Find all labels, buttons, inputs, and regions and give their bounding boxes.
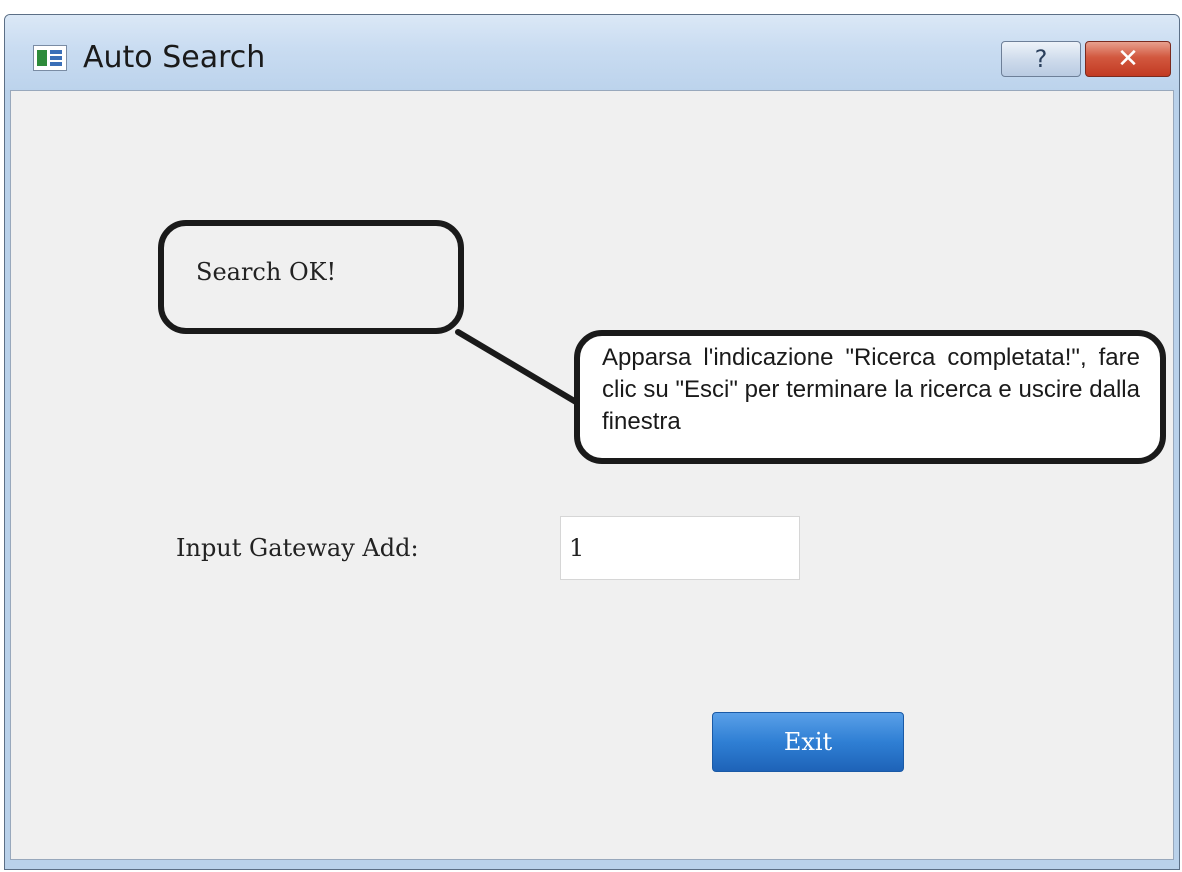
exit-button-label: Exit xyxy=(783,728,833,756)
gateway-address-label: Input Gateway Add: xyxy=(176,534,419,562)
window-title: Auto Search xyxy=(83,40,266,75)
instruction-callout: Apparsa l'indicazione "Ricerca completat… xyxy=(574,330,1166,464)
page: Auto Search ? ✕ Search OK! Input Gateway… xyxy=(0,0,1182,872)
exit-button[interactable]: Exit xyxy=(712,712,904,772)
help-button[interactable]: ? xyxy=(1001,41,1081,77)
app-icon xyxy=(33,45,67,71)
status-callout-frame xyxy=(158,220,464,334)
close-button[interactable]: ✕ xyxy=(1085,41,1171,77)
help-icon: ? xyxy=(1034,45,1048,73)
gateway-address-input[interactable] xyxy=(560,516,800,580)
title-bar[interactable]: Auto Search ? ✕ xyxy=(5,15,1179,90)
dialog-client-area xyxy=(10,90,1174,860)
close-icon: ✕ xyxy=(1117,44,1139,74)
